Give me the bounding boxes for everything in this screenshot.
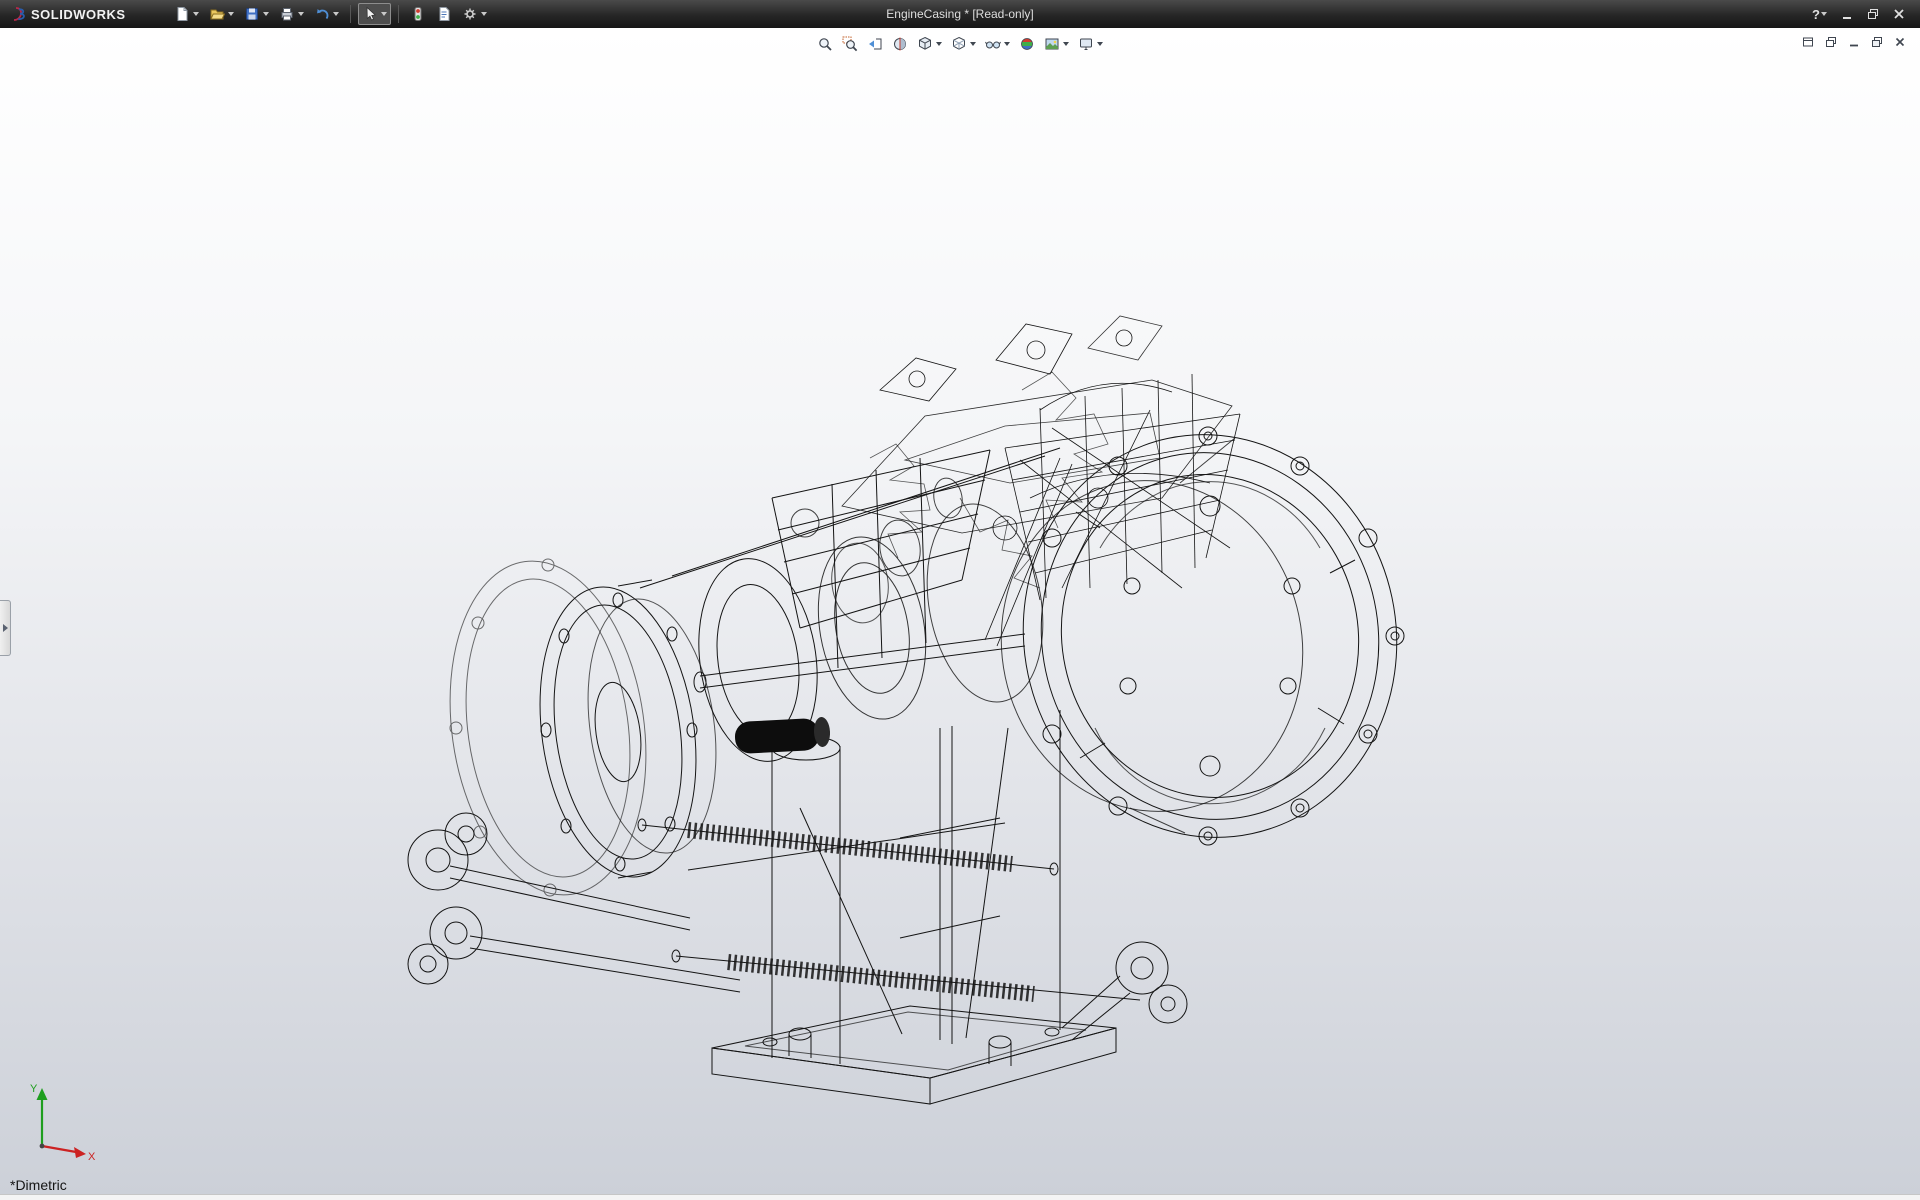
- hide-show-items-glasses-icon: [985, 36, 1001, 52]
- view-orientation-button[interactable]: [915, 34, 944, 54]
- solidworks-window: { "titlebar": { "brand": "SOLIDWORKS", "…: [0, 0, 1920, 1200]
- supports: [772, 710, 1060, 1064]
- doc-minimize-button[interactable]: [1846, 34, 1862, 50]
- edit-appearance-button[interactable]: [1017, 34, 1037, 54]
- title-bar: SOLIDWORKS: [0, 0, 1920, 28]
- help-button[interactable]: ?: [1807, 5, 1832, 24]
- zoom-to-fit-icon: [817, 36, 833, 52]
- main-toolbar: [170, 3, 491, 25]
- doc-restore-button[interactable]: [1869, 34, 1885, 50]
- reference-triad: Y X: [16, 1076, 102, 1172]
- previous-view-icon: [867, 36, 883, 52]
- minimize-icon: [1841, 8, 1853, 20]
- dropdown-arrow-icon[interactable]: [970, 42, 976, 46]
- dropdown-arrow-icon[interactable]: [1821, 12, 1827, 16]
- toolbar-separator: [398, 5, 399, 23]
- view-settings-button[interactable]: [1076, 34, 1105, 54]
- doc-close-button[interactable]: [1892, 34, 1908, 50]
- section-view-button[interactable]: [890, 34, 910, 54]
- rebuild-button[interactable]: [406, 3, 430, 25]
- doc-tile-icon: [1802, 36, 1814, 48]
- headsup-view-toolbar: [815, 34, 1105, 54]
- dropdown-arrow-icon[interactable]: [333, 12, 339, 16]
- section-view-icon: [892, 36, 908, 52]
- doc-close-icon: [1894, 36, 1906, 48]
- options-gear-icon: [462, 6, 478, 22]
- dropdown-arrow-icon[interactable]: [263, 12, 269, 16]
- left-outer-ring: [430, 548, 667, 907]
- springs: [638, 819, 1140, 1000]
- zoom-to-area-icon: [842, 36, 858, 52]
- undo-button[interactable]: [310, 3, 343, 25]
- new-document-button[interactable]: [170, 3, 203, 25]
- view-settings-monitor-icon: [1078, 36, 1094, 52]
- save-icon: [244, 6, 260, 22]
- base-plate: [712, 1006, 1116, 1104]
- expand-arrow-icon: [3, 624, 8, 632]
- toolbar-separator: [350, 5, 351, 23]
- doc-tile-button[interactable]: [1800, 34, 1816, 50]
- apply-scene-icon: [1044, 36, 1060, 52]
- doc-restore-icon: [1871, 36, 1883, 48]
- dassault-systemes-logo-icon: [10, 6, 26, 22]
- file-properties-icon: [436, 6, 452, 22]
- app-logo: SOLIDWORKS: [0, 6, 136, 22]
- hide-show-items-button[interactable]: [983, 34, 1012, 54]
- dropdown-arrow-icon[interactable]: [936, 42, 942, 46]
- file-properties-button[interactable]: [432, 3, 456, 25]
- triad-y-axis: Y: [30, 1083, 48, 1146]
- dropdown-arrow-icon[interactable]: [1097, 42, 1103, 46]
- undo-icon: [314, 6, 330, 22]
- view-orientation-cube-icon: [917, 36, 933, 52]
- select-icon: [362, 6, 378, 22]
- dropdown-arrow-icon[interactable]: [1004, 42, 1010, 46]
- print-button[interactable]: [275, 3, 308, 25]
- zoom-to-area-button[interactable]: [840, 34, 860, 54]
- rebuild-icon: [410, 6, 426, 22]
- display-style-icon: [951, 36, 967, 52]
- triad-x-axis: X: [42, 1146, 96, 1163]
- dropdown-arrow-icon[interactable]: [481, 12, 487, 16]
- zoom-to-fit-button[interactable]: [815, 34, 835, 54]
- restore-icon: [1867, 8, 1879, 20]
- doc-minimize-icon: [1848, 36, 1860, 48]
- dropdown-arrow-icon[interactable]: [193, 12, 199, 16]
- view-orientation-label: *Dimetric: [10, 1177, 67, 1193]
- open-icon: [209, 6, 225, 22]
- document-window-controls: [1800, 34, 1908, 50]
- dropdown-arrow-icon[interactable]: [228, 12, 234, 16]
- apply-scene-button[interactable]: [1042, 34, 1071, 54]
- new-document-icon: [174, 6, 190, 22]
- triad-origin: [40, 1144, 45, 1149]
- dropdown-arrow-icon[interactable]: [381, 12, 387, 16]
- triad-y-label: Y: [30, 1083, 38, 1095]
- triad-x-label: X: [88, 1151, 96, 1163]
- window-controls: ?: [1807, 5, 1920, 24]
- support-arms: [408, 813, 1187, 1040]
- right-housing: [971, 400, 1434, 873]
- brand-text: SOLIDWORKS: [31, 7, 126, 22]
- featuremanager-flyout-tab[interactable]: [0, 600, 11, 656]
- close-button[interactable]: [1888, 6, 1910, 22]
- save-button[interactable]: [240, 3, 273, 25]
- open-button[interactable]: [205, 3, 238, 25]
- display-style-button[interactable]: [949, 34, 978, 54]
- previous-view-button[interactable]: [865, 34, 885, 54]
- edit-appearance-ball-icon: [1019, 36, 1035, 52]
- status-bar: [0, 1194, 1920, 1200]
- doc-cascade-button[interactable]: [1823, 34, 1839, 50]
- graphics-area[interactable]: Y X *Dimetric: [0, 28, 1920, 1200]
- dropdown-arrow-icon[interactable]: [1063, 42, 1069, 46]
- options-button[interactable]: [458, 3, 491, 25]
- dark-cylinder-pin: [734, 717, 831, 755]
- wireframe-model[interactable]: [0, 28, 1920, 1200]
- help-icon: ?: [1812, 7, 1820, 22]
- minimize-button[interactable]: [1836, 6, 1858, 22]
- select-button[interactable]: [358, 3, 391, 25]
- restore-button[interactable]: [1862, 6, 1884, 22]
- print-icon: [279, 6, 295, 22]
- close-icon: [1893, 8, 1905, 20]
- doc-cascade-icon: [1825, 36, 1837, 48]
- dropdown-arrow-icon[interactable]: [298, 12, 304, 16]
